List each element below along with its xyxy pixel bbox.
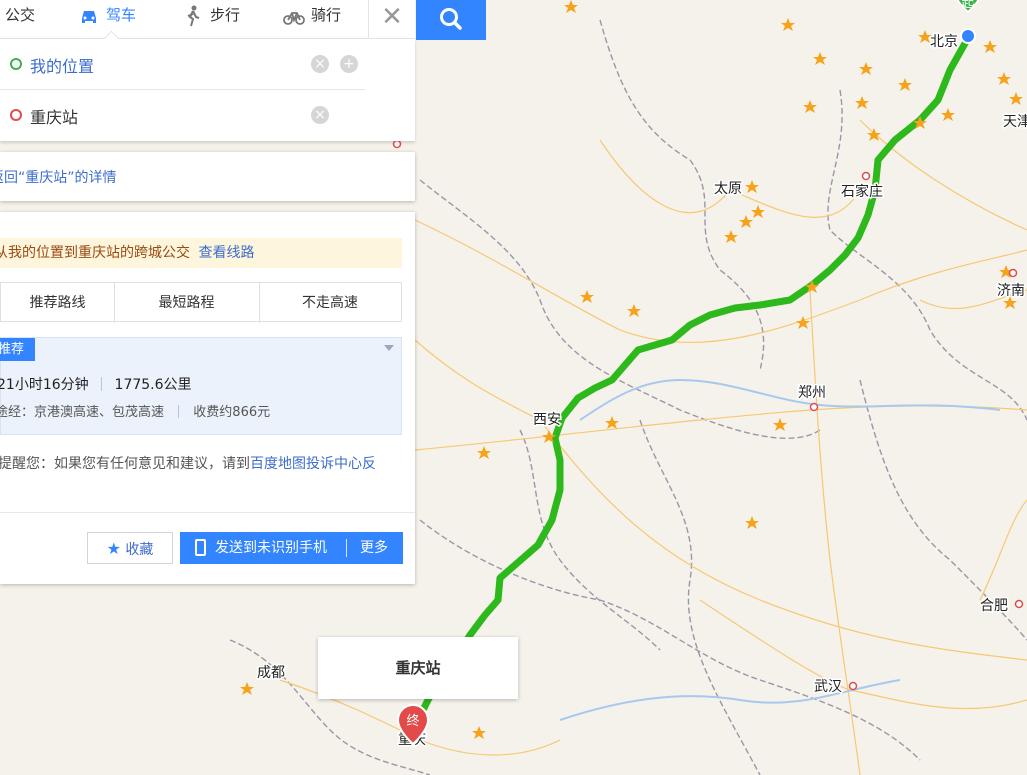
tab-walk-label: 步行 [210, 6, 241, 24]
city-label-jinan: 济南 [997, 283, 1025, 299]
intercity-notice: 从我的位置到重庆站的跨城公交 查看线路 [0, 238, 402, 268]
tab-walk[interactable]: 步行 [182, 0, 240, 38]
walk-icon [182, 5, 204, 27]
star-icon: ★ [106, 539, 121, 558]
city-label-taiyuan: 太原 [714, 181, 742, 197]
send-to-phone-label: 发送到未识别手机 [215, 540, 327, 556]
feedback-text: 提醒您：如果您有任何意见和建议，请到 [0, 456, 250, 472]
feedback-notice: 提醒您：如果您有任何意见和建议，请到百度地图投诉中心反 [0, 453, 402, 473]
tab-bike-label: 骑行 [311, 6, 342, 24]
favorite-button[interactable]: ★ 收藏 [87, 532, 173, 564]
city-label-tianjin: 天津 [1003, 114, 1027, 130]
city-label-shijiazhuang: 石家庄 [841, 183, 883, 200]
back-to-detail-link[interactable]: 返回“重庆站”的详情 [0, 167, 117, 187]
city-label-hefei: 合肥 [980, 598, 1008, 614]
option-no-highway[interactable]: 不走高速 [259, 283, 401, 323]
city-label-wuhan: 武汉 [814, 679, 842, 695]
clear-end-icon[interactable]: × [311, 106, 329, 124]
tab-drive-label: 驾车 [106, 6, 137, 24]
view-transit-link[interactable]: 查看线路 [198, 245, 254, 261]
route-summary-card[interactable]: 推荐 21小时16分钟 1775.6公里 途经：京港澳高速、包茂高速 收费约86… [0, 337, 402, 435]
route-toll: 收费约866元 [193, 405, 271, 420]
recommended-badge-label: 推荐 [0, 342, 24, 357]
start-field-value: 我的位置 [30, 57, 95, 76]
route-duration: 21小时16分钟 [0, 377, 89, 393]
option-recommended[interactable]: 推荐路线 [1, 283, 115, 323]
intercity-notice-text: 从我的位置到重庆站的跨城公交 [0, 245, 190, 261]
car-icon [78, 5, 100, 27]
complaint-center-link[interactable]: 百度地图投诉中心反 [250, 456, 376, 472]
end-field[interactable]: 重庆站 × [0, 90, 365, 140]
city-label-zhengzhou: 郑州 [798, 385, 826, 401]
add-waypoint-icon[interactable]: + [340, 55, 358, 73]
end-field-value: 重庆站 [30, 108, 79, 127]
end-dot-icon [10, 109, 22, 121]
option-shortest[interactable]: 最短路程 [114, 283, 260, 323]
expand-chevron-icon[interactable] [384, 345, 394, 351]
route-distance: 1775.6公里 [114, 377, 192, 393]
tab-bus[interactable]: 公交 [5, 0, 35, 38]
route-input-panel: 我的位置 × + 重庆站 × [0, 39, 415, 141]
clear-start-icon[interactable]: × [311, 55, 329, 73]
send-to-phone-button[interactable]: 发送到未识别手机 更多 [180, 532, 403, 564]
phone-icon [195, 539, 206, 556]
tab-drive[interactable]: 驾车 [78, 0, 136, 38]
recommended-badge: 推荐 [0, 338, 35, 361]
start-field[interactable]: 我的位置 × + [0, 39, 365, 90]
destination-popup-label: 重庆站 [395, 659, 441, 677]
more-button[interactable]: 更多 [360, 532, 388, 564]
search-button[interactable] [416, 0, 486, 40]
bicycle-icon [283, 5, 305, 27]
back-link-panel: 返回“重庆站”的详情 [0, 152, 415, 201]
route-mode-tabs: 公交 驾车 步行 骑行 ✕ [0, 0, 415, 39]
tab-bus-label: 公交 [5, 6, 36, 24]
route-options: 推荐路线 最短路程 不走高速 [0, 282, 402, 323]
city-label-xian: 西安 [533, 412, 561, 428]
end-marker-label: 终 [406, 713, 419, 729]
tab-bike[interactable]: 骑行 [283, 0, 341, 38]
start-dot-icon [10, 58, 22, 70]
search-icon [440, 8, 462, 30]
button-divider [346, 539, 347, 557]
favorite-label: 收藏 [125, 542, 154, 558]
route-result-panel: 从我的位置到重庆站的跨城公交 查看线路 推荐路线 最短路程 不走高速 推荐 21… [0, 212, 415, 584]
divider [0, 512, 415, 513]
route-via: 途经：京港澳高速、包茂高速 [0, 405, 165, 420]
destination-popup[interactable]: 重庆站 [318, 637, 518, 699]
start-marker-label: 起 [961, 0, 974, 11]
close-icon[interactable]: ✕ [368, 0, 415, 38]
city-label-beijing: 北京 [930, 34, 958, 50]
city-label-chengdu: 成都 [257, 665, 285, 681]
